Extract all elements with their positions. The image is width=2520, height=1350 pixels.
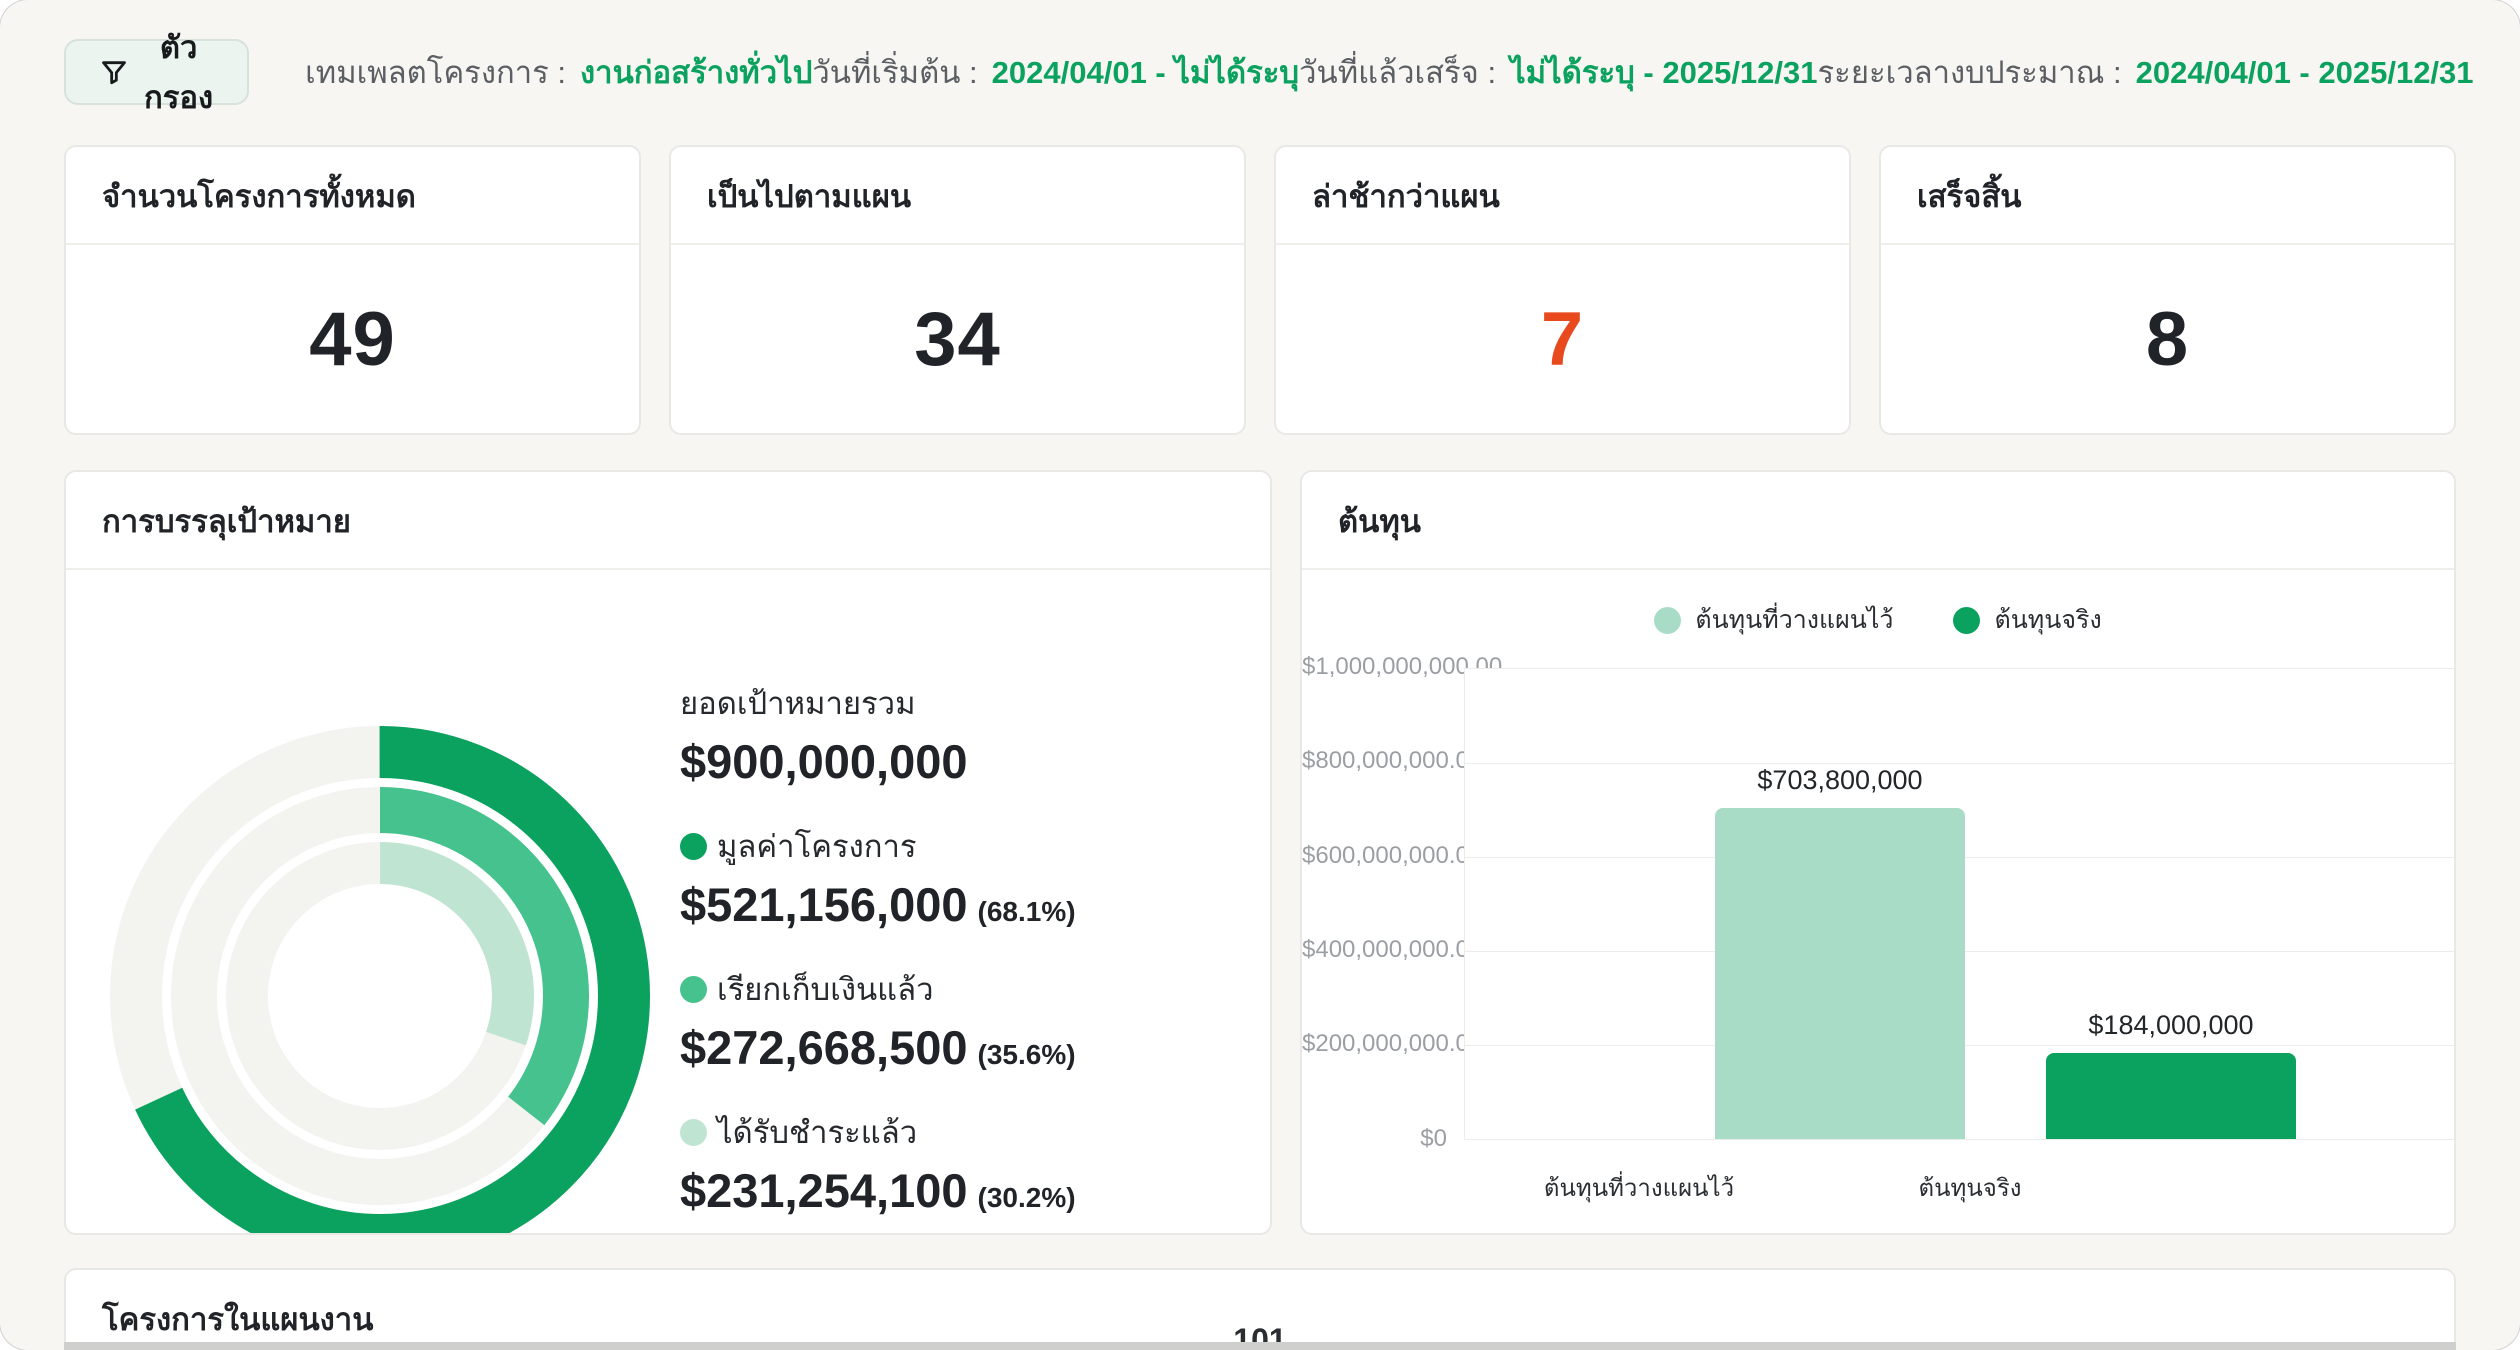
y-axis-tick: $1,000,000,000.00 [1302, 653, 1447, 681]
filter-field-label: วันที่แล้วเสร็จ : [1299, 47, 1496, 97]
y-axis-tick: $0 [1302, 1125, 1447, 1153]
stat-card-title: จำนวนโครงการทั้งหมด [66, 147, 639, 245]
goal-card-title: การบรรลุเป้าหมาย [66, 472, 1270, 570]
goal-achievement-card: การบรรลุเป้าหมาย ยอดเป้าหมายรวม $900 [64, 470, 1272, 1235]
stat-cards-row: จำนวนโครงการทั้งหมด 49 เป็นไปตามแผน 34 ล… [64, 145, 2456, 435]
filter-field-value: 2024/04/01 - ไม่ได้ระบุ [992, 47, 1299, 97]
stat-card-value: 49 [309, 296, 396, 383]
legend-dot-planned-cost [1654, 607, 1681, 634]
legend-dot-project-value [680, 833, 707, 860]
goal-item-label: เรียกเก็บเงินแล้ว [717, 964, 934, 1014]
filter-field-finish-date: วันที่แล้วเสร็จ : ไม่ได้ระบุ - 2025/12/3… [1299, 47, 1817, 97]
dashboard-page: ตัวกรอง เทมเพลตโครงการ : งานก่อสร้างทั่ว… [0, 0, 2520, 1350]
goal-item-paid: ได้รับชำระแล้ว $231,254,100(30.2%) [680, 1107, 1076, 1218]
filter-button[interactable]: ตัวกรอง [64, 39, 249, 105]
bar-planned-cost[interactable] [1715, 808, 1965, 1139]
goal-item-project-value: มูลค่าโครงการ $521,156,000(68.1%) [680, 821, 1076, 932]
goal-stats: ยอดเป้าหมายรวม $900,000,000 มูลค่าโครงกา… [680, 678, 1076, 1235]
stat-card-on-plan: เป็นไปตามแผน 34 [669, 145, 1246, 435]
filter-field-label: เทมเพลตโครงการ : [305, 47, 566, 97]
filter-button-label: ตัวกรอง [144, 22, 213, 122]
y-axis-tick: $200,000,000.00 [1302, 1030, 1447, 1058]
stat-card-value: 7 [1541, 296, 1584, 383]
legend-item-planned-cost[interactable]: ต้นทุนที่วางแผนไว้ [1654, 600, 1893, 640]
stat-card-value: 34 [914, 296, 1001, 383]
filter-field-template: เทมเพลตโครงการ : งานก่อสร้างทั่วไป [305, 47, 812, 97]
filter-field-value: ไม่ได้ระบุ - 2025/12/31 [1510, 47, 1817, 97]
filter-field-value: 2024/04/01 - 2025/12/31 [2136, 55, 2474, 91]
cost-chart-legend: ต้นทุนที่วางแผนไว้ ต้นทุนจริง [1302, 600, 2454, 640]
legend-item-actual-cost[interactable]: ต้นทุนจริง [1953, 600, 2101, 640]
bar-value-label: $184,000,000 [2088, 1010, 2253, 1041]
goal-item-billed: เรียกเก็บเงินแล้ว $272,668,500(35.6%) [680, 964, 1076, 1075]
goal-item-label: มูลค่าโครงการ [717, 821, 917, 871]
goal-item-percent: (35.6%) [978, 1039, 1076, 1070]
y-axis-tick: $600,000,000.00 [1302, 842, 1447, 870]
filter-field-label: ระยะเวลางบประมาณ : [1818, 47, 2122, 97]
filter-field-label: วันที่เริ่มต้น : [812, 47, 977, 97]
funnel-icon [100, 58, 128, 86]
legend-dot-actual-cost [1953, 607, 1980, 634]
goal-item-percent: (68.1%) [978, 896, 1076, 927]
filter-bar: ตัวกรอง เทมเพลตโครงการ : งานก่อสร้างทั่ว… [64, 36, 2456, 108]
goal-item-value: $231,254,100(30.2%) [680, 1163, 1076, 1218]
stat-card-delayed: ล่าช้ากว่าแผน 7 [1274, 145, 1851, 435]
goal-item-value: $521,156,000(68.1%) [680, 877, 1076, 932]
filter-field-start-date: วันที่เริ่มต้น : 2024/04/01 - ไม่ได้ระบุ [812, 47, 1299, 97]
stat-card-value: 8 [2146, 296, 2189, 383]
goal-total-label: ยอดเป้าหมายรวม [680, 678, 1076, 728]
cost-card: ต้นทุน ต้นทุนที่วางแผนไว้ ต้นทุนจริง $1,… [1300, 470, 2456, 1235]
filter-field-value: งานก่อสร้างทั่วไป [580, 47, 812, 97]
goal-donut-chart [110, 726, 650, 1235]
stat-card-title: ล่าช้ากว่าแผน [1276, 147, 1849, 245]
bar-slot-planned-cost: $703,800,000 [1715, 669, 1965, 1139]
horizontal-scrollbar[interactable] [64, 1342, 2456, 1350]
legend-dot-paid [680, 1119, 707, 1146]
bar-slot-actual-cost: $184,000,000 [2046, 669, 2296, 1139]
bar-actual-cost[interactable] [2046, 1053, 2296, 1139]
x-axis-label-actual-cost: ต้นทุนจริง [1770, 1168, 2170, 1207]
cost-bar-chart-plot: $703,800,000 $184,000,000 [1464, 668, 2456, 1140]
goal-item-value: $272,668,500(35.6%) [680, 1020, 1076, 1075]
stat-card-finished: เสร็จสิ้น 8 [1879, 145, 2456, 435]
cost-card-title: ต้นทุน [1302, 472, 2454, 570]
charts-row: การบรรลุเป้าหมาย ยอดเป้าหมายรวม $900 [64, 470, 2456, 1235]
goal-item-label: ได้รับชำระแล้ว [717, 1107, 917, 1157]
stat-card-title: เป็นไปตามแผน [671, 147, 1244, 245]
legend-label: ต้นทุนที่วางแผนไว้ [1695, 600, 1893, 640]
goal-total-value: $900,000,000 [680, 734, 1076, 789]
goal-total: ยอดเป้าหมายรวม $900,000,000 [680, 678, 1076, 789]
goal-item-percent: (30.2%) [978, 1182, 1076, 1213]
y-axis-tick: $800,000,000.00 [1302, 747, 1447, 775]
filter-fields: เทมเพลตโครงการ : งานก่อสร้างทั่วไป วันที… [305, 47, 2489, 97]
stat-card-total-projects: จำนวนโครงการทั้งหมด 49 [64, 145, 641, 435]
legend-label: ต้นทุนจริง [1994, 600, 2101, 640]
stat-card-title: เสร็จสิ้น [1881, 147, 2454, 245]
bar-value-label: $703,800,000 [1757, 765, 1922, 796]
filter-field-budget-period: ระยะเวลางบประมาณ : 2024/04/01 - 2025/12/… [1818, 47, 2474, 97]
legend-dot-billed [680, 976, 707, 1003]
y-axis-tick: $400,000,000.00 [1302, 936, 1447, 964]
